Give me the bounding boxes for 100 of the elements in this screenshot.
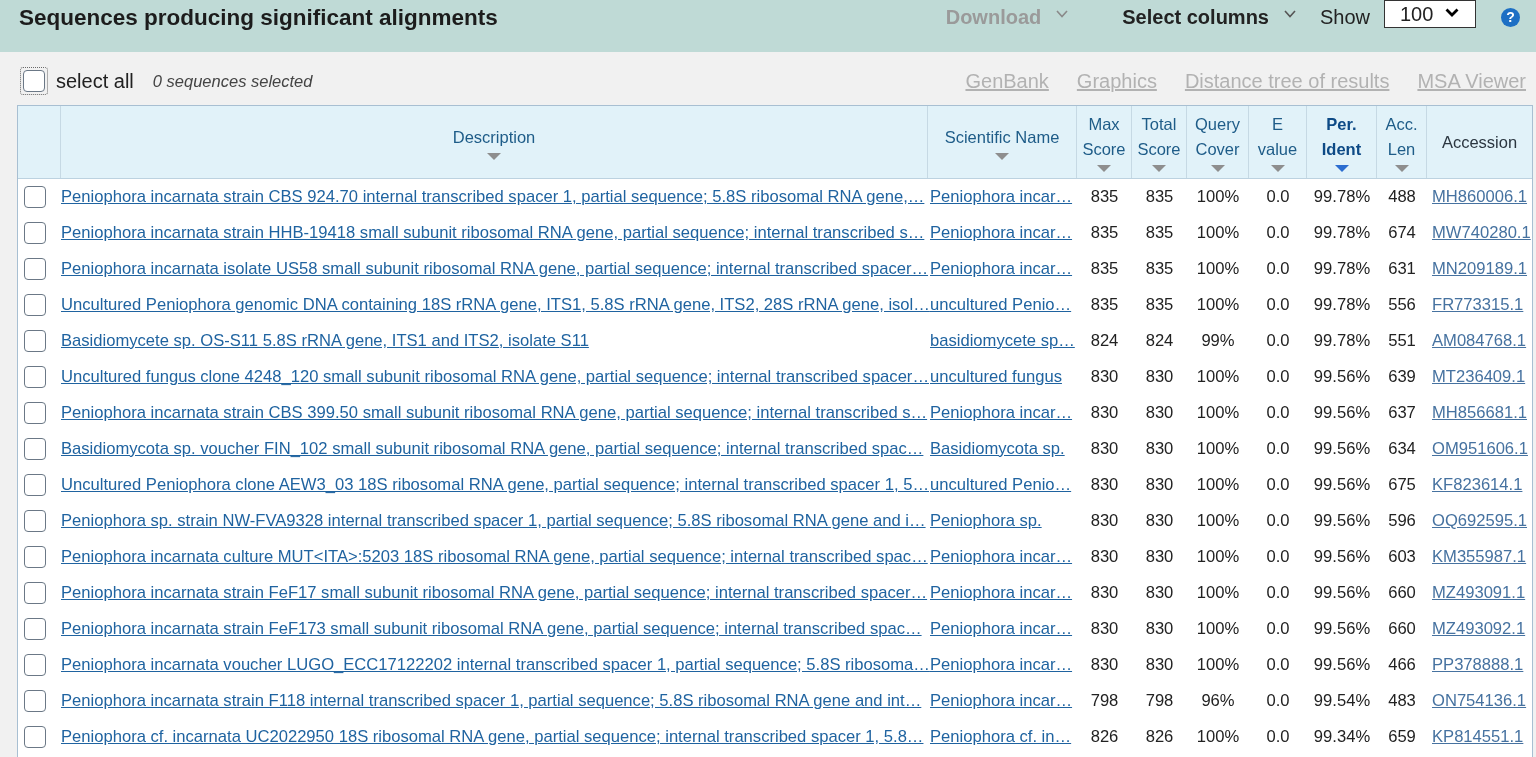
description-link[interactable]: Peniophora sp. strain NW-FVA9328 internal transcribed spacer 1, partial sequence; 5.8S ribosomal RNA gene and i… xyxy=(61,511,926,531)
help-button[interactable]: ? xyxy=(1501,8,1520,27)
scientific-name-link[interactable]: Basidiomycota sp. xyxy=(930,439,1065,459)
description-link[interactable]: Peniophora incarnata voucher LUGO_ECC17122202 internal transcribed spacer 1, partial sequence; 5.8S ribosoma… xyxy=(61,655,930,675)
scientific-name-link[interactable]: Peniophora incar… xyxy=(930,655,1073,675)
column-header[interactable]: Description xyxy=(61,106,928,178)
column-header: Accession xyxy=(1440,131,1519,153)
column-header[interactable]: Per. Ident xyxy=(1307,106,1377,178)
percent-identity-value: 99.56% xyxy=(1313,655,1371,675)
description-link[interactable]: Peniophora incarnata strain FeF17 small subunit ribosomal RNA gene, partial sequence; internal transcribed spacer… xyxy=(61,583,928,603)
scientific-name-link[interactable]: Peniophora cf. in… xyxy=(930,727,1072,747)
select-all-label[interactable]: select all xyxy=(56,69,134,93)
row-checkbox[interactable] xyxy=(24,510,46,532)
total-score-value: 830 xyxy=(1145,655,1174,675)
row-checkbox[interactable] xyxy=(24,726,46,748)
total-score-value: 830 xyxy=(1145,511,1174,531)
scientific-name-link[interactable]: uncultured fungus xyxy=(930,367,1062,387)
column-header[interactable]: Max Score xyxy=(1077,106,1132,178)
scientific-name-link[interactable]: Peniophora incar… xyxy=(930,259,1073,279)
total-score-value: 835 xyxy=(1145,259,1174,279)
accession-length-value: 466 xyxy=(1388,655,1416,675)
accession-link[interactable]: ON754136.1 xyxy=(1432,691,1527,711)
scientific-name-link[interactable]: Peniophora incar… xyxy=(930,187,1073,207)
description-link[interactable]: Peniophora incarnata isolate US58 small subunit ribosomal RNA gene, partial sequence; internal transcribed spacer… xyxy=(61,259,929,279)
row-checkbox[interactable] xyxy=(24,222,46,244)
row-checkbox[interactable] xyxy=(24,186,46,208)
row-checkbox[interactable] xyxy=(24,654,46,676)
description-link[interactable]: Uncultured Peniophora clone AEW3_03 18S ribosomal RNA gene, partial sequence; internal transcribed spacer 1, 5… xyxy=(61,475,929,495)
accession-link[interactable]: MT236409.1 xyxy=(1432,367,1526,387)
e-value: 0.0 xyxy=(1266,187,1290,207)
accession-link[interactable]: MZ493092.1 xyxy=(1432,619,1526,639)
percent-identity-value: 99.34% xyxy=(1313,727,1371,747)
description-link[interactable]: Peniophora incarnata strain F118 internal transcribed spacer 1, partial sequence; 5.8S ribosomal RNA gene and int… xyxy=(61,691,922,711)
accession-link[interactable]: MW740280.1 xyxy=(1432,223,1531,243)
page-size-select[interactable]: 100 xyxy=(1384,0,1476,28)
accession-link[interactable]: MH856681.1 xyxy=(1432,403,1528,423)
selection-count: 0 sequences selected xyxy=(152,71,313,91)
row-checkbox[interactable] xyxy=(24,294,46,316)
e-value: 0.0 xyxy=(1266,727,1290,747)
accession-link[interactable]: KM355987.1 xyxy=(1432,547,1527,567)
accession-link[interactable]: MN209189.1 xyxy=(1432,259,1528,279)
row-checkbox[interactable] xyxy=(24,402,46,424)
section-title: Sequences producing significant alignments xyxy=(19,5,498,31)
scientific-name-link[interactable]: Peniophora incar… xyxy=(930,403,1073,423)
description-link[interactable]: Peniophora incarnata strain CBS 399.50 small subunit ribosomal RNA gene, partial sequence; internal transcribed s… xyxy=(61,403,928,423)
e-value: 0.0 xyxy=(1266,475,1290,495)
accession-link[interactable]: KP814551.1 xyxy=(1432,727,1524,747)
query-cover-value: 100% xyxy=(1196,439,1240,459)
description-link[interactable]: Peniophora incarnata strain HHB-19418 small subunit ribosomal RNA gene, partial sequence; internal transcribed s… xyxy=(61,223,925,243)
row-checkbox[interactable] xyxy=(24,258,46,280)
accession-link[interactable]: MH860006.1 xyxy=(1432,187,1528,207)
row-checkbox[interactable] xyxy=(24,618,46,640)
description-link[interactable]: Uncultured fungus clone 4248_120 small subunit ribosomal RNA gene, partial sequence; internal transcribed spacer… xyxy=(61,367,929,387)
description-link[interactable]: Peniophora incarnata culture MUT<ITA>:5203 18S ribosomal RNA gene, partial sequence; internal transcribed spac… xyxy=(61,547,928,567)
description-link[interactable]: Peniophora cf. incarnata UC2022950 18S ribosomal RNA gene, partial sequence; internal transcribed spacer 1, 5.8… xyxy=(61,727,924,747)
sort-caret-icon xyxy=(1394,165,1409,172)
total-score-value: 830 xyxy=(1145,619,1174,639)
description-link[interactable]: Basidiomycete sp. OS-S11 5.8S rRNA gene, ITS1 and ITS2, isolate S11 xyxy=(61,331,589,351)
accession-link[interactable]: MZ493091.1 xyxy=(1432,583,1526,603)
total-score-value: 826 xyxy=(1145,727,1174,747)
column-header[interactable]: Total Score xyxy=(1132,106,1187,178)
accession-link[interactable]: KF823614.1 xyxy=(1432,475,1523,495)
percent-identity-value: 99.56% xyxy=(1313,439,1371,459)
description-link[interactable]: Peniophora incarnata strain CBS 924.70 internal transcribed spacer 1, partial sequence; 5.8S ribosomal RNA gene,… xyxy=(61,187,925,207)
column-header[interactable]: Scientific Name xyxy=(928,106,1077,178)
scientific-name-link[interactable]: basidiomycete sp… xyxy=(930,331,1075,351)
scientific-name-link[interactable]: Peniophora incar… xyxy=(930,583,1073,603)
total-score-value: 835 xyxy=(1145,187,1174,207)
query-cover-value: 99% xyxy=(1201,331,1235,351)
scientific-name-link[interactable]: uncultured Penio… xyxy=(930,295,1072,315)
scientific-name-link[interactable]: Peniophora incar… xyxy=(930,691,1073,711)
row-checkbox[interactable] xyxy=(24,366,46,388)
column-header[interactable]: Acc. Len xyxy=(1377,106,1427,178)
row-checkbox[interactable] xyxy=(24,474,46,496)
scientific-name-link[interactable]: Peniophora sp. xyxy=(930,511,1042,531)
scientific-name-link[interactable]: Peniophora incar… xyxy=(930,547,1073,567)
accession-link[interactable]: OM951606.1 xyxy=(1432,439,1528,459)
description-link[interactable]: Uncultured Peniophora genomic DNA containing 18S rRNA gene, ITS1, 5.8S rRNA gene, ITS2, 28S rRNA gene, isol… xyxy=(61,295,930,315)
accession-link[interactable]: OQ692595.1 xyxy=(1432,511,1528,531)
row-checkbox[interactable] xyxy=(24,438,46,460)
scientific-name-link[interactable]: uncultured Penio… xyxy=(930,475,1072,495)
scientific-name-link[interactable]: Peniophora incar… xyxy=(930,223,1073,243)
row-checkbox[interactable] xyxy=(24,330,46,352)
max-score-value: 835 xyxy=(1090,187,1119,207)
description-link[interactable]: Peniophora incarnata strain FeF173 small subunit ribosomal RNA gene, partial sequence; internal transcribed spac… xyxy=(61,619,922,639)
row-checkbox[interactable] xyxy=(24,582,46,604)
query-cover-value: 100% xyxy=(1196,655,1240,675)
accession-link[interactable]: PP378888.1 xyxy=(1432,655,1524,675)
scientific-name-link[interactable]: Peniophora incar… xyxy=(930,619,1073,639)
description-link[interactable]: Basidiomycota sp. voucher FIN_102 small subunit ribosomal RNA gene, partial sequence; internal transcribed spac… xyxy=(61,439,924,459)
sort-caret-icon xyxy=(1152,165,1166,172)
column-header[interactable]: E value xyxy=(1249,106,1307,178)
dropdown-menu-button[interactable]: Select columns xyxy=(1122,5,1296,29)
accession-link[interactable]: AM084768.1 xyxy=(1432,331,1527,351)
query-cover-value: 100% xyxy=(1196,223,1240,243)
row-checkbox[interactable] xyxy=(24,690,46,712)
column-header[interactable]: Query Cover xyxy=(1187,106,1249,178)
accession-link[interactable]: FR773315.1 xyxy=(1432,295,1524,315)
percent-identity-value: 99.56% xyxy=(1313,583,1371,603)
row-checkbox[interactable] xyxy=(24,546,46,568)
